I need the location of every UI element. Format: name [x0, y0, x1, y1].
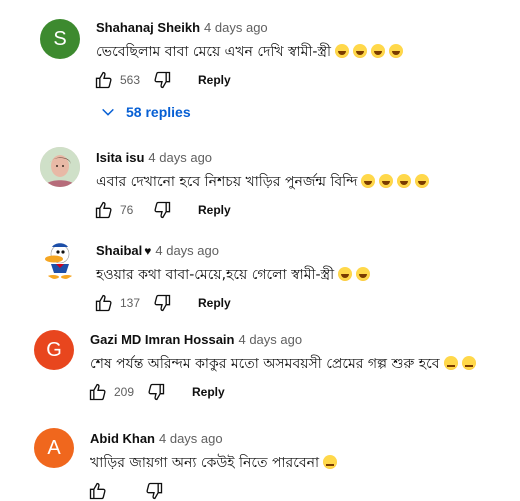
avatar[interactable]: S	[40, 19, 80, 59]
avatar[interactable]: G	[34, 330, 74, 370]
laugh-emoji	[397, 174, 412, 188]
comment-time[interactable]: 4 days ago	[148, 150, 212, 165]
laugh-emoji	[415, 174, 430, 188]
comment-text: হওয়ার কথা বাবা-মেয়ে,হয়ে গেলো স্বামী-স…	[96, 267, 335, 283]
comment-text: শেষ পর্যন্ত অরিন্দম কাকুর মতো অসমবয়সী প…	[90, 356, 440, 372]
replies-label: 58 replies	[126, 104, 191, 120]
thumb-up-icon[interactable]	[94, 200, 114, 220]
comment-text: খাড়ির জায়গা অন্য কেউই নিতে পারবেনা	[90, 455, 320, 471]
reply-button[interactable]: Reply	[198, 203, 231, 217]
thumb-up-icon[interactable]	[94, 70, 114, 90]
reply-button[interactable]: Reply	[192, 385, 225, 399]
thumb-down-icon[interactable]	[152, 70, 172, 90]
profile-photo-icon	[40, 147, 80, 187]
laugh-emoji	[389, 44, 404, 58]
laugh-emoji	[361, 174, 376, 188]
laugh-emoji	[338, 267, 353, 281]
laugh-emoji	[353, 44, 368, 58]
comment-text: ভেবেছিলাম বাবা মেয়ে এখন দেখি স্বামী-স্ত…	[96, 44, 332, 60]
comment-time[interactable]: 4 days ago	[204, 20, 268, 35]
comment-time[interactable]: 4 days ago	[155, 243, 219, 258]
comment-text: এবার দেখানো হবে নিশচয় খাড়ির পুনর্জন্ম …	[96, 174, 358, 190]
relieved-emoji	[323, 455, 338, 469]
comment-author[interactable]: Gazi MD Imran Hossain	[90, 332, 234, 347]
chevron-down-icon	[102, 108, 114, 116]
view-replies-button[interactable]: 58 replies	[100, 104, 191, 120]
confused-emoji	[461, 356, 476, 370]
reply-button[interactable]: Reply	[198, 296, 231, 310]
comment-time[interactable]: 4 days ago	[238, 332, 302, 347]
laugh-emoji	[371, 44, 386, 58]
comment-author[interactable]: Shaibal	[96, 243, 142, 258]
laugh-emoji	[356, 267, 371, 281]
avatar[interactable]	[40, 147, 80, 187]
comment-time[interactable]: 4 days ago	[159, 431, 223, 446]
comment-author[interactable]: Abid Khan	[90, 431, 155, 446]
like-count: 209	[114, 385, 135, 399]
laugh-emoji	[335, 44, 350, 58]
thumb-up-icon[interactable]	[88, 481, 108, 501]
thumb-up-icon[interactable]	[94, 293, 114, 313]
thumb-down-icon[interactable]	[144, 481, 164, 501]
like-count: 137	[120, 296, 141, 310]
thumb-down-icon[interactable]	[152, 293, 172, 313]
heart-icon: ♥	[144, 244, 152, 258]
laugh-emoji	[379, 174, 394, 188]
comment-author[interactable]: Shahanaj Sheikh	[96, 20, 200, 35]
cartoon-duck-icon	[45, 243, 73, 279]
like-count: 563	[120, 73, 141, 87]
comment-author[interactable]: Isita isu	[96, 150, 144, 165]
thumb-up-icon[interactable]	[88, 382, 108, 402]
confused-emoji	[443, 356, 458, 370]
thumb-down-icon[interactable]	[152, 200, 172, 220]
reply-button[interactable]: Reply	[198, 73, 231, 87]
avatar[interactable]: A	[34, 428, 74, 468]
like-count: 76	[120, 203, 134, 217]
thumb-down-icon[interactable]	[146, 382, 166, 402]
avatar[interactable]	[40, 240, 80, 280]
